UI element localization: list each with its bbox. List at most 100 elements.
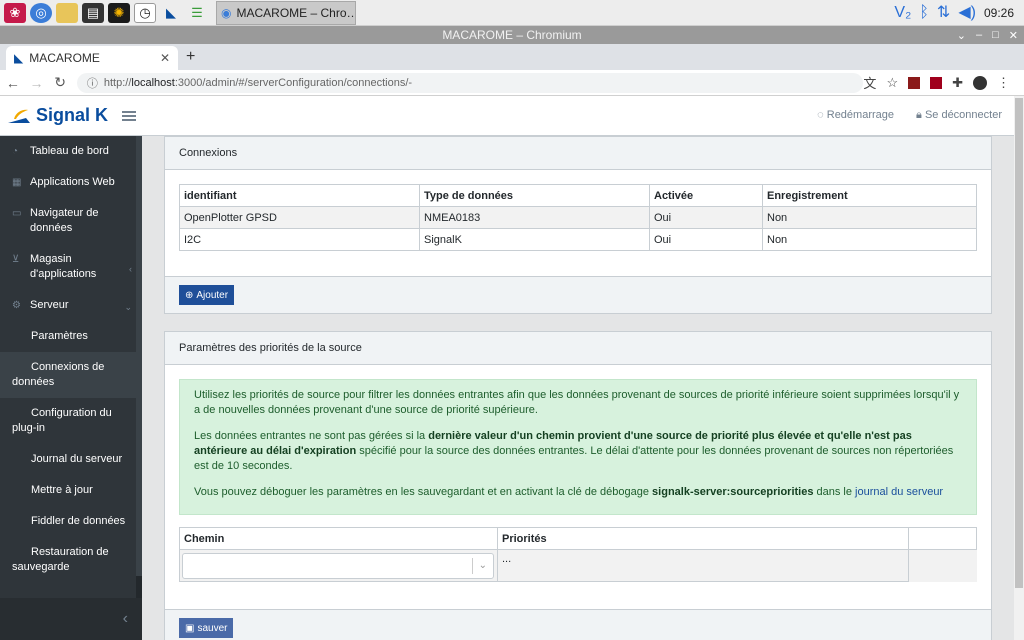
priorities-card-footer: ▣ sauver	[165, 609, 991, 640]
info-paragraph-2: Les données entrantes ne sont pas gérées…	[194, 429, 962, 474]
info-text: dans le	[813, 486, 856, 498]
brand-logo[interactable]: Signal K	[6, 105, 108, 126]
chevron-down-icon[interactable]: ⌄	[957, 29, 966, 42]
folder-icon[interactable]	[56, 2, 78, 23]
sidebar-item-data-fiddler[interactable]: Fiddler de données	[0, 506, 142, 537]
priorities-table: Chemin Priorités ⌄ ...	[179, 527, 977, 582]
cell-type: SignalK	[419, 228, 650, 251]
new-tab-icon[interactable]: +	[186, 48, 195, 66]
cell-logging: Non	[762, 228, 977, 251]
signalk-icon[interactable]: ◣	[160, 3, 182, 23]
sidebar-item-label: Fiddler de données	[31, 515, 126, 527]
chevron-down-icon: ⌄	[478, 560, 487, 571]
page-scrollbar-thumb[interactable]	[1015, 98, 1023, 588]
globe-icon[interactable]: ◎	[30, 2, 52, 23]
column-header-actions	[908, 527, 977, 550]
translate-icon[interactable]: 文	[863, 73, 876, 92]
sidebar-minimizer[interactable]: ‹	[0, 598, 142, 640]
sidebar-item-webapps[interactable]: ▦ Applications Web	[0, 167, 142, 198]
reload-icon[interactable]: ↻	[49, 74, 71, 91]
connections-title: Connexions	[179, 147, 238, 159]
url-host: localhost	[131, 76, 175, 89]
server-log-link[interactable]: journal du serveur	[855, 486, 943, 498]
restart-icon: ◌	[817, 109, 824, 121]
taskbar-chromium-task[interactable]: ◉ MACAROME – Chro…	[216, 0, 356, 25]
sidebar-item-backup-restore[interactable]: Restauration de sauvegarde	[0, 537, 142, 583]
extension-icon[interactable]	[908, 76, 921, 89]
sun-icon[interactable]: ✺	[108, 2, 130, 23]
table-row[interactable]: OpenPlotter GPSD NMEA0183 Oui Non	[179, 206, 977, 229]
close-icon[interactable]: ✕	[1009, 29, 1018, 42]
puzzle-icon[interactable]: ✚	[952, 75, 963, 91]
connections-card: Connexions identifiant Type de données A…	[164, 136, 992, 314]
cell-id: OpenPlotter GPSD	[179, 206, 420, 229]
bookmark-star-icon[interactable]: ☆	[886, 75, 898, 91]
column-header-id[interactable]: identifiant	[179, 184, 420, 207]
sidebar-item-server[interactable]: ⚙ Serveur ⌄	[0, 290, 142, 321]
priorities-card-body: Utilisez les priorités de source pour fi…	[165, 365, 991, 596]
chevron-left-icon: ‹	[122, 610, 128, 627]
sidebar-item-appstore[interactable]: ⊻ Magasin d'applications ‹	[0, 244, 142, 290]
taskbar-task-title: MACAROME – Chro…	[236, 5, 356, 20]
tab-close-icon[interactable]: ✕	[160, 51, 170, 65]
chromium-icon: ◉	[221, 5, 232, 20]
vnc-icon[interactable]: V₂	[894, 4, 911, 21]
cell-logging: Non	[762, 206, 977, 229]
add-connection-button[interactable]: ⊕ Ajouter	[179, 285, 235, 305]
logout-label: Se déconnecter	[924, 109, 1002, 121]
clock: 09:26	[983, 5, 1014, 20]
save-button[interactable]: ▣ sauver	[179, 618, 234, 638]
maximize-icon[interactable]: □	[992, 29, 999, 41]
path-select[interactable]: ⌄	[182, 552, 494, 579]
table-row[interactable]: I2C SignalK Oui Non	[179, 228, 977, 251]
speedometer-icon: ◔	[12, 146, 19, 157]
sidebar-toggle-icon[interactable]	[122, 110, 137, 121]
sidebar-item-server-log[interactable]: Journal du serveur	[0, 444, 142, 475]
sidebar: ◔ Tableau de bord ▦ Applications Web ▭ N…	[0, 136, 142, 640]
raspberry-icon[interactable]: ❀	[4, 2, 26, 23]
column-header-priorities: Priorités	[497, 527, 909, 550]
sidebar-item-dashboard[interactable]: ◔ Tableau de bord	[0, 136, 142, 167]
restart-link[interactable]: ◌ Redémarrage	[817, 109, 894, 122]
sidebar-item-data-browser[interactable]: ▭ Navigateur de données	[0, 198, 142, 244]
tab-title: MACAROME	[29, 51, 100, 65]
settings-icon[interactable]: ☰	[186, 3, 208, 23]
browser-tab[interactable]: ◣ MACAROME ✕	[6, 46, 178, 70]
sidebar-item-label: Paramètres	[31, 330, 88, 342]
url-field[interactable]: ⓘ http://localhost:3000/admin/#/serverCo…	[76, 72, 864, 93]
logout-link[interactable]: 🔒︎ Se déconnecter	[916, 109, 1002, 122]
forward-icon[interactable]: →	[26, 75, 48, 91]
cell-type: NMEA0183	[419, 206, 650, 229]
network-icon[interactable]: ⇅	[937, 4, 950, 21]
back-icon[interactable]: ←	[2, 75, 24, 91]
sidebar-item-connections[interactable]: Connexions de données	[0, 352, 142, 398]
sidebar-item-label: Magasin d'applications	[30, 253, 97, 280]
connections-card-footer: ⊕ Ajouter	[165, 276, 991, 313]
sidebar-item-update[interactable]: Mettre à jour	[0, 475, 142, 506]
sidebar-item-label: Applications Web	[30, 176, 115, 188]
terminal-icon[interactable]: ▤	[82, 2, 104, 23]
ublock-icon[interactable]	[930, 76, 943, 89]
cell-enabled: Oui	[649, 206, 763, 229]
profile-icon[interactable]	[973, 75, 987, 90]
cell-enabled: Oui	[649, 228, 763, 251]
menu-dots-icon[interactable]: ⋮	[997, 75, 1010, 91]
connections-table: identifiant Type de données Activée Enre…	[179, 184, 977, 251]
page-scrollbar[interactable]	[1014, 96, 1024, 640]
sidebar-item-plugin-config[interactable]: Configuration du plug-in	[0, 398, 142, 444]
column-header-type[interactable]: Type de données	[419, 184, 650, 207]
sidebar-item-label: Navigateur de données	[30, 207, 99, 234]
info-text: Les données entrantes ne sont pas gérées…	[194, 430, 429, 442]
bluetooth-icon[interactable]: ᛒ	[919, 4, 929, 21]
column-header-logging[interactable]: Enregistrement	[762, 184, 977, 207]
sidebar-item-label: Serveur	[30, 299, 69, 311]
column-header-enabled[interactable]: Activée	[649, 184, 763, 207]
info-paragraph-3: Vous pouvez déboguer les paramètres en l…	[194, 485, 962, 500]
info-icon: ⓘ	[86, 77, 98, 90]
chevron-down-icon: ⌄	[124, 302, 132, 312]
sidebar-item-label: Restauration de sauvegarde	[12, 546, 109, 573]
sidebar-item-settings[interactable]: Paramètres	[0, 321, 142, 352]
clock-icon[interactable]: ◷	[134, 2, 156, 23]
volume-icon[interactable]: ◀)	[958, 4, 976, 21]
minimize-icon[interactable]: –	[976, 29, 982, 41]
